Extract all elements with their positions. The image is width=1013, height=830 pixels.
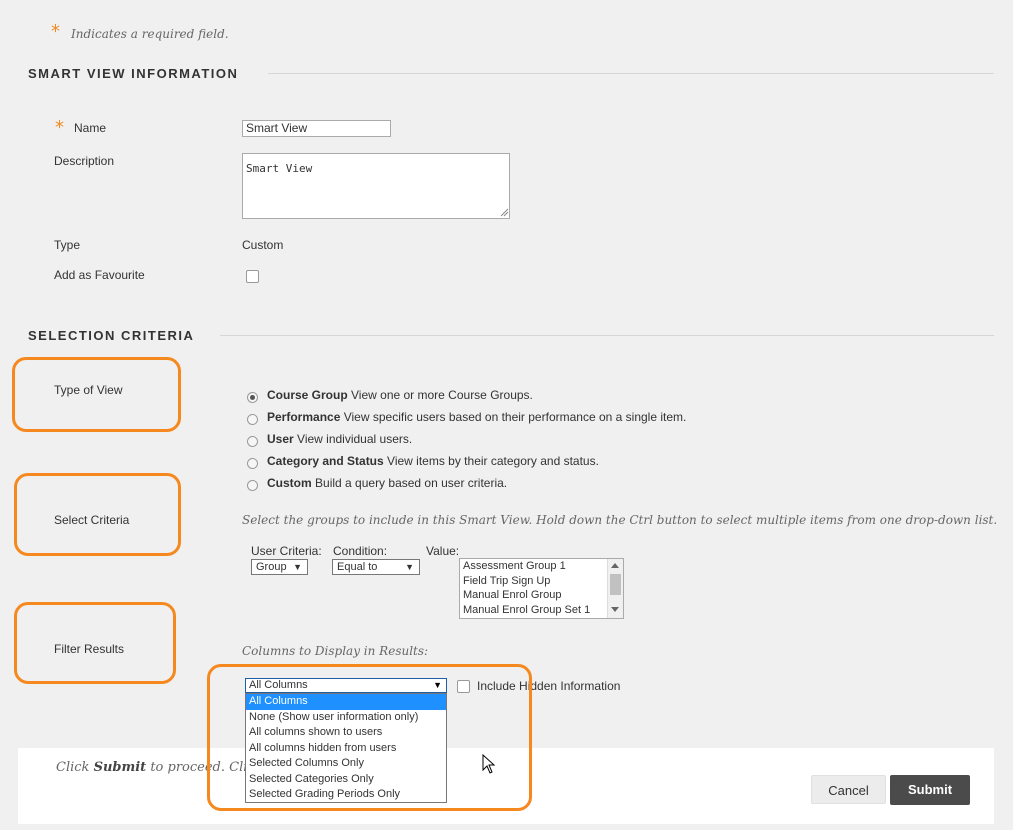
value-option[interactable]: Manual Enrol Group [460, 588, 623, 603]
radio-button[interactable] [247, 414, 258, 425]
view-option-title: Category and Status [267, 454, 384, 468]
view-option-title: Performance [267, 410, 341, 424]
user-criteria-value: Group [256, 561, 287, 573]
columns-label: Columns to Display in Results: [242, 644, 429, 658]
radio-button[interactable] [247, 436, 258, 447]
chevron-down-icon: ▼ [293, 562, 302, 572]
required-note: Indicates a required field. [71, 27, 229, 41]
favourite-checkbox[interactable] [246, 270, 259, 283]
value-label: Value: [426, 544, 460, 558]
favourite-label: Add as Favourite [54, 268, 145, 282]
value-listbox[interactable]: Assessment Group 1 Field Trip Sign Up Manu… [459, 558, 624, 619]
name-label: Name [74, 121, 107, 135]
value-option[interactable]: Field Trip Sign Up [460, 574, 623, 589]
radio-button[interactable] [247, 480, 258, 491]
view-option-category-and-status[interactable]: Category and Status View items by their … [247, 454, 599, 469]
condition-value: Equal to [337, 561, 378, 573]
view-option-label: Category and Status View items by their … [267, 454, 599, 468]
view-option-title: User [267, 432, 294, 446]
resize-handle-icon[interactable] [500, 208, 509, 217]
type-label: Type [54, 238, 81, 252]
radio-button[interactable] [247, 458, 258, 469]
submit-button[interactable]: Submit [890, 775, 970, 805]
view-option-label: Custom Build a query based on user crite… [267, 476, 507, 490]
view-option-description: View specific users based on their perfo… [343, 410, 687, 424]
user-criteria-label: User Criteria: [251, 544, 322, 558]
listbox-scrollbar[interactable] [607, 559, 623, 618]
footer-text-prefix: Click [56, 760, 94, 775]
value-option[interactable]: Assessment Group 1 [460, 559, 623, 574]
description-label: Description [54, 154, 115, 168]
mouse-pointer-icon [482, 754, 496, 774]
condition-select[interactable]: Equal to ▼ [332, 559, 420, 575]
view-option-user[interactable]: User View individual users. [247, 432, 412, 447]
select-criteria-label: Select Criteria [54, 513, 130, 527]
view-option-description: View items by their category and status. [387, 454, 599, 468]
view-option-label: Course Group View one or more Course Gro… [267, 388, 533, 402]
scroll-up-icon[interactable] [611, 563, 619, 568]
view-option-title: Custom [267, 476, 312, 490]
view-option-description: View one or more Course Groups. [351, 388, 533, 402]
view-option-description: View individual users. [297, 432, 413, 446]
radio-button[interactable] [247, 392, 258, 403]
filter-results-label: Filter Results [54, 642, 125, 656]
section-divider [268, 73, 994, 74]
user-criteria-select[interactable]: Group ▼ [251, 559, 308, 575]
description-textarea[interactable]: Smart View [242, 153, 510, 219]
section-title-smart-view-info: SMART VIEW INFORMATION [28, 66, 239, 81]
chevron-down-icon: ▼ [405, 562, 414, 572]
type-of-view-label: Type of View [54, 383, 123, 397]
section-divider [220, 335, 994, 336]
view-option-performance[interactable]: Performance View specific users based on… [247, 410, 686, 425]
footer-text-bold: Submit [93, 760, 147, 775]
section-title-selection-criteria: SELECTION CRITERIA [28, 328, 195, 343]
view-option-title: Course Group [267, 388, 348, 402]
scroll-down-icon[interactable] [611, 607, 619, 612]
criteria-instructions: Select the groups to include in this Sma… [242, 513, 998, 527]
view-option-label: Performance View specific users based on… [267, 410, 686, 424]
view-option-description: Build a query based on user criteria. [315, 476, 508, 490]
view-option-label: User View individual users. [267, 432, 412, 446]
view-option-course-group[interactable]: Course Group View one or more Course Gro… [247, 388, 533, 403]
condition-label: Condition: [333, 544, 388, 558]
type-value: Custom [242, 238, 284, 252]
view-option-custom[interactable]: Custom Build a query based on user crite… [247, 476, 507, 491]
cancel-button[interactable]: Cancel [811, 775, 886, 804]
scrollbar-thumb[interactable] [610, 574, 621, 595]
required-star-icon: * [55, 117, 64, 138]
required-star-icon: * [51, 21, 60, 42]
name-input[interactable]: Smart View [242, 120, 391, 137]
value-option[interactable]: Manual Enrol Group Set 1 [460, 603, 623, 618]
highlight-columns-dropdown [207, 664, 532, 811]
